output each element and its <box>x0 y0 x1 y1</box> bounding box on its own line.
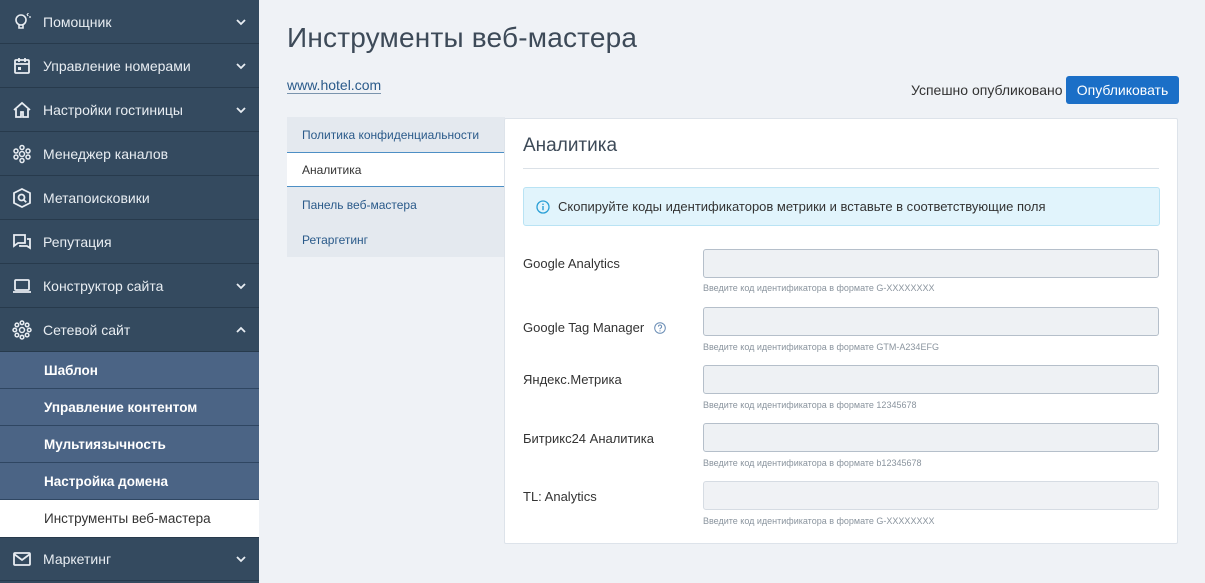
chevron-down-icon <box>236 106 246 113</box>
sidebar-item-metasearch[interactable]: Метапоисковики <box>0 176 259 220</box>
sidebar-item-network-site[interactable]: Сетевой сайт <box>0 308 259 352</box>
sidebar-subitem-domain-settings[interactable]: Настройка домена <box>0 463 259 500</box>
tl-analytics-label: TL: Analytics <box>523 489 597 504</box>
tab-webmaster-panel[interactable]: Панель веб-мастера <box>287 187 505 222</box>
sidebar-item-site-builder[interactable]: Конструктор сайта <box>0 264 259 308</box>
mail-icon <box>11 548 33 570</box>
page-title: Инструменты веб-мастера <box>287 22 638 53</box>
sidebar-item-hotel-settings[interactable]: Настройки гостиницы <box>0 88 259 132</box>
tab-privacy-policy[interactable]: Политика конфиденциальности <box>287 117 505 152</box>
yandex-metrika-label: Яндекс.Метрика <box>523 372 622 387</box>
sidebar-item-label: Менеджер каналов <box>43 145 169 162</box>
chevron-up-icon <box>236 326 246 333</box>
bitrix24-analytics-input[interactable] <box>703 423 1159 452</box>
chevron-down-icon <box>236 62 246 69</box>
laptop-icon <box>11 275 33 297</box>
chevron-down-icon <box>236 556 246 563</box>
google-analytics-label: Google Analytics <box>523 256 620 271</box>
yandex-metrika-hint: Введите код идентификатора в формате 123… <box>703 400 917 410</box>
chevron-down-icon <box>236 282 246 289</box>
google-tag-manager-label: Google Tag Manager <box>523 320 645 335</box>
sidebar-item-label: Маркетинг <box>43 551 112 567</box>
panel-title: Аналитика <box>523 135 618 156</box>
site-link[interactable]: www.hotel.com <box>287 78 382 94</box>
sidebar-subitem-content-management[interactable]: Управление контентом <box>0 389 259 426</box>
google-analytics-hint: Введите код идентификатора в формате G-X… <box>703 283 935 293</box>
sidebar-item-channel-manager[interactable]: Менеджер каналов <box>0 132 259 176</box>
info-alert: Скопируйте коды идентификаторов метрики … <box>523 187 1160 226</box>
info-icon <box>536 199 550 214</box>
analytics-panel: Аналитика Скопируйте коды идентификаторо… <box>504 118 1178 544</box>
sidebar-item-marketing[interactable]: Маркетинг <box>0 537 259 581</box>
sidebar-item-label: Управление номерами <box>43 57 191 74</box>
sidebar-item-label: Метапоисковики <box>43 189 150 206</box>
bitrix24-analytics-label: Битрикс24 Аналитика <box>523 431 654 446</box>
network-icon <box>11 319 33 341</box>
tl-analytics-hint: Введите код идентификатора в формате G-X… <box>703 516 935 526</box>
sidebar-subitem-webmaster-tools[interactable]: Инструменты веб-мастера <box>0 500 259 537</box>
sidebar-item-assistant[interactable]: Помощник <box>0 0 259 44</box>
sidebar-item-label: Помощник <box>43 13 112 30</box>
publish-status: Успешно опубликовано <box>911 82 1063 98</box>
tab-analytics[interactable]: Аналитика <box>287 152 505 187</box>
hexagon-network-icon <box>11 143 33 165</box>
chat-icon <box>11 231 33 253</box>
publish-button[interactable]: Опубликовать <box>1066 76 1179 104</box>
google-analytics-input[interactable] <box>703 249 1159 278</box>
google-tag-manager-hint: Введите код идентификатора в формате GTM… <box>703 342 939 352</box>
sidebar-item-label: Настройки гостиницы <box>43 101 183 118</box>
tl-analytics-input[interactable] <box>703 481 1159 510</box>
sidebar-item-label: Сетевой сайт <box>43 321 131 338</box>
home-icon <box>11 99 33 121</box>
tab-retargeting[interactable]: Ретаргетинг <box>287 222 505 257</box>
sidebar-item-room-management[interactable]: Управление номерами <box>0 44 259 88</box>
chevron-down-icon <box>236 18 246 25</box>
lightbulb-icon <box>11 11 33 33</box>
sidebar-subitem-multilanguage[interactable]: Мультиязычность <box>0 426 259 463</box>
bitrix24-analytics-hint: Введите код идентификатора в формате b12… <box>703 458 922 468</box>
search-badge-icon <box>11 187 33 209</box>
divider <box>523 168 1159 169</box>
sidebar-subitem-template[interactable]: Шаблон <box>0 352 259 389</box>
help-icon[interactable] <box>654 322 666 334</box>
sidebar: Помощник Управление номерами Настройки г… <box>0 0 259 583</box>
calendar-icon <box>11 55 33 77</box>
google-tag-manager-input[interactable] <box>703 307 1159 336</box>
settings-tabs: Политика конфиденциальности Аналитика Па… <box>287 117 505 257</box>
sidebar-item-label: Конструктор сайта <box>43 277 164 294</box>
yandex-metrika-input[interactable] <box>703 365 1159 394</box>
sidebar-item-reputation[interactable]: Репутация <box>0 220 259 264</box>
sidebar-item-label: Репутация <box>43 233 112 250</box>
info-text: Скопируйте коды идентификаторов метрики … <box>558 199 1046 214</box>
